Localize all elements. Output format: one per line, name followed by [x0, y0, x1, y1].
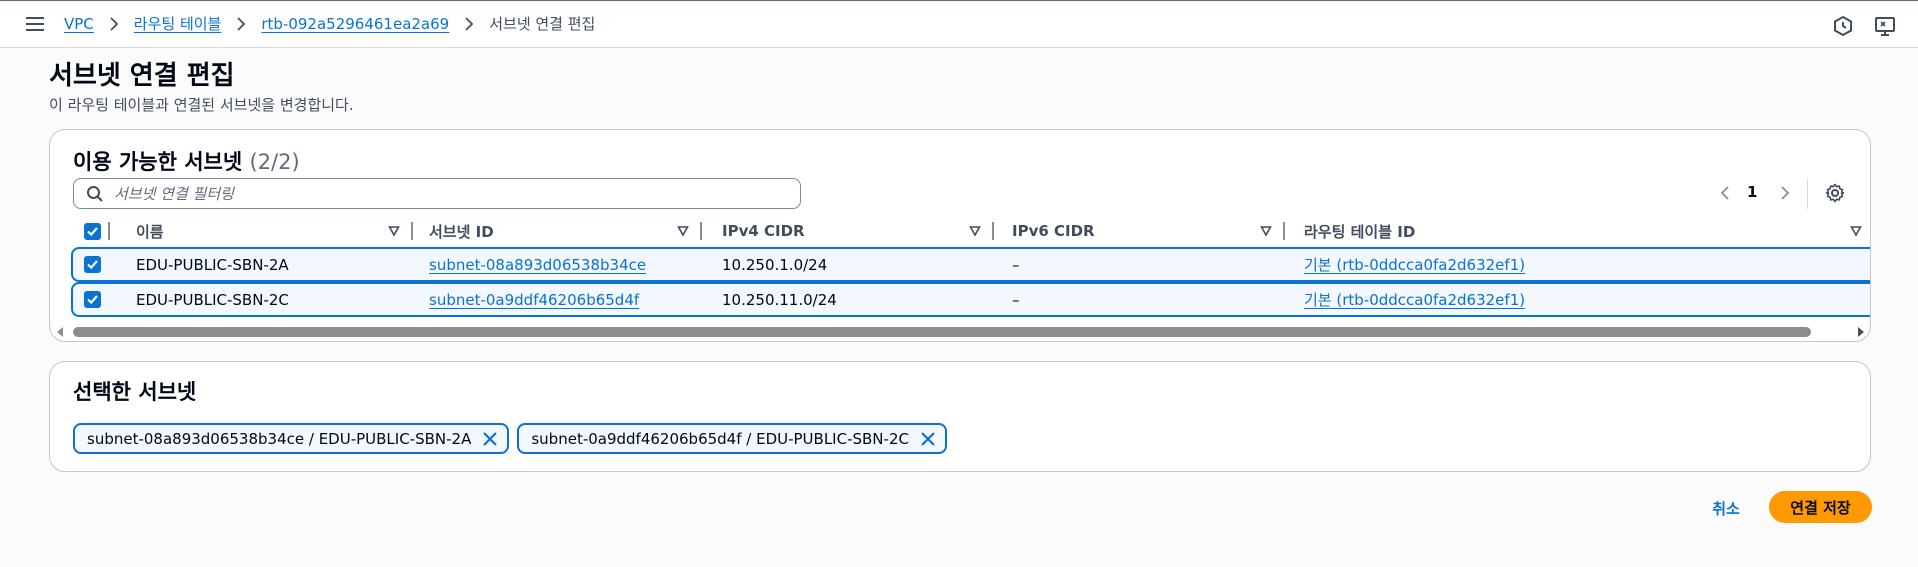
route-table-link[interactable]: 기본 (rtb-0ddcca0fa2d632ef1): [1304, 254, 1525, 275]
breadcrumb-route-table-id[interactable]: rtb-092a5296461ea2a69: [261, 15, 449, 33]
cell-ipv4-cidr: 10.250.1.0/24: [722, 255, 828, 274]
selected-subnets-title: 선택한 서브넷: [73, 380, 197, 404]
breadcrumb-vpc[interactable]: VPC: [64, 15, 94, 33]
checkmark-icon: [87, 226, 98, 236]
cell-ipv6-cidr: –: [1012, 255, 1020, 274]
cancel-button[interactable]: 취소: [1702, 492, 1750, 524]
available-subnets-title: 이용 가능한 서브넷: [73, 150, 243, 174]
selected-subnets-panel: 선택한 서브넷 subnet-08a893d06538b34ce / EDU-P…: [49, 361, 1871, 472]
available-subnets-panel: 이용 가능한 서브넷 (2/2) 1 이름 서브넷 ID IPv4 CIDR: [49, 129, 1871, 342]
next-page-icon[interactable]: [1778, 185, 1792, 201]
sort-down-icon[interactable]: [1260, 225, 1272, 237]
row-checkbox[interactable]: [84, 249, 101, 280]
breadcrumb-current: 서브넷 연결 편집: [489, 15, 596, 33]
column-divider[interactable]: [700, 222, 702, 240]
column-divider[interactable]: [1283, 222, 1285, 240]
column-header-ipv4-cidr[interactable]: IPv4 CIDR: [722, 216, 805, 246]
breadcrumb: VPC 라우팅 테이블 rtb-092a5296461ea2a69 서브넷 연결…: [64, 13, 595, 34]
column-divider[interactable]: [411, 222, 413, 240]
chevron-right-icon: [237, 16, 246, 31]
cell-name: EDU-PUBLIC-SBN-2A: [136, 255, 289, 274]
horizontal-scrollbar[interactable]: [50, 323, 1870, 341]
gear-icon[interactable]: [1825, 183, 1845, 203]
search-icon: [87, 185, 103, 202]
selected-subnet-token: subnet-0a9ddf46206b65d4f / EDU-PUBLIC-SB…: [517, 423, 947, 454]
row-checkbox[interactable]: [84, 284, 101, 315]
column-header-name[interactable]: 이름: [136, 216, 164, 246]
available-subnets-heading: 이용 가능한 서브넷 (2/2): [73, 146, 300, 176]
cell-subnet-id: subnet-08a893d06538b34ce: [429, 249, 646, 280]
column-divider[interactable]: [992, 222, 994, 240]
token-label: subnet-08a893d06538b34ce / EDU-PUBLIC-SB…: [87, 429, 472, 448]
cell-subnet-id: subnet-0a9ddf46206b65d4f: [429, 284, 639, 315]
column-divider: [108, 222, 110, 240]
subnet-filter-input[interactable]: [114, 184, 774, 203]
sort-down-icon[interactable]: [1850, 225, 1862, 237]
close-icon[interactable]: [919, 430, 937, 448]
subnet-id-link[interactable]: subnet-08a893d06538b34ce: [429, 256, 646, 274]
cell-route-table-id: 기본 (rtb-0ddcca0fa2d632ef1): [1304, 249, 1525, 280]
selected-subnet-token: subnet-08a893d06538b34ce / EDU-PUBLIC-SB…: [73, 423, 510, 454]
save-associations-button[interactable]: 연결 저장: [1769, 491, 1872, 523]
display-feedback-icon[interactable]: [1874, 15, 1896, 37]
checkbox-checked[interactable]: [84, 291, 101, 308]
pagination-divider: [1807, 179, 1808, 209]
checkbox-checked[interactable]: [84, 222, 101, 240]
checkmark-icon: [87, 295, 98, 305]
select-all-checkbox[interactable]: [84, 216, 101, 246]
table-row[interactable]: EDU-PUBLIC-SBN-2A subnet-08a893d06538b34…: [71, 247, 1870, 282]
sort-down-icon[interactable]: [677, 225, 689, 237]
scroll-right-arrow-icon[interactable]: [1856, 326, 1866, 338]
available-subnets-count: (2/2): [249, 150, 300, 174]
breadcrumb-route-tables[interactable]: 라우팅 테이블: [134, 13, 222, 34]
scroll-left-arrow-icon[interactable]: [55, 326, 65, 338]
top-navigation-bar: VPC 라우팅 테이블 rtb-092a5296461ea2a69 서브넷 연결…: [0, 0, 1918, 48]
cell-ipv4-cidr: 10.250.11.0/24: [722, 290, 837, 309]
subnet-filter[interactable]: [73, 178, 801, 209]
cell-name: EDU-PUBLIC-SBN-2C: [136, 290, 289, 309]
column-header-subnet-id[interactable]: 서브넷 ID: [429, 216, 494, 246]
cell-route-table-id: 기본 (rtb-0ddcca0fa2d632ef1): [1304, 284, 1525, 315]
sort-down-icon[interactable]: [388, 225, 400, 237]
column-header-route-table-id[interactable]: 라우팅 테이블 ID: [1304, 216, 1415, 246]
page-title: 서브넷 연결 편집: [49, 61, 235, 91]
cell-ipv6-cidr: –: [1012, 290, 1020, 309]
page-number[interactable]: 1: [1747, 183, 1757, 201]
selected-subnet-tokens: subnet-08a893d06538b34ce / EDU-PUBLIC-SB…: [73, 423, 947, 454]
checkmark-icon: [87, 260, 98, 270]
previous-page-icon[interactable]: [1718, 185, 1732, 201]
table-header: 이름 서브넷 ID IPv4 CIDR IPv6 CIDR 라우팅 테이블 ID: [50, 216, 1870, 246]
page-description: 이 라우팅 테이블과 연결된 서브넷을 변경합니다.: [49, 96, 354, 114]
hamburger-menu-icon[interactable]: [24, 13, 46, 35]
column-header-ipv6-cidr[interactable]: IPv6 CIDR: [1012, 216, 1095, 246]
route-table-link[interactable]: 기본 (rtb-0ddcca0fa2d632ef1): [1304, 289, 1525, 310]
chevron-right-icon: [465, 16, 474, 31]
subnet-id-link[interactable]: subnet-0a9ddf46206b65d4f: [429, 291, 639, 309]
table-row[interactable]: EDU-PUBLIC-SBN-2C subnet-0a9ddf46206b65d…: [71, 282, 1870, 317]
scrollbar-thumb[interactable]: [73, 327, 1811, 337]
close-icon[interactable]: [481, 430, 499, 448]
chevron-right-icon: [110, 16, 119, 31]
checkbox-checked[interactable]: [84, 256, 101, 273]
notification-hexagon-icon[interactable]: [1832, 15, 1854, 37]
token-label: subnet-0a9ddf46206b65d4f / EDU-PUBLIC-SB…: [531, 429, 909, 448]
sort-down-icon[interactable]: [969, 225, 981, 237]
